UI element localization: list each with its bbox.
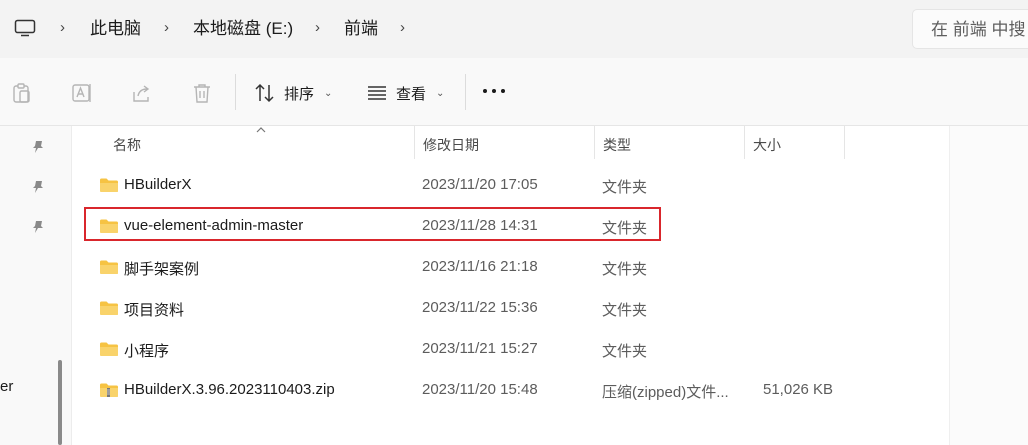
navigation-pane: er bbox=[0, 126, 72, 445]
breadcrumb-drive-e[interactable]: 本地磁盘 (E:) bbox=[193, 18, 293, 40]
breadcrumb-chevron-icon[interactable]: › bbox=[400, 20, 410, 36]
details-pane bbox=[949, 126, 1028, 445]
search-input[interactable]: 在 前端 中搜 bbox=[912, 9, 1028, 49]
table-row[interactable]: HBuilderX 2023/11/20 17:05 文件夹 bbox=[89, 167, 945, 203]
share-icon[interactable] bbox=[131, 82, 153, 104]
breadcrumb-chevron-icon[interactable]: › bbox=[60, 20, 70, 36]
view-list-icon bbox=[368, 86, 386, 100]
chevron-down-icon: ⌄ bbox=[436, 87, 445, 99]
file-name: HBuilderX.3.96.2023110403.zip bbox=[124, 381, 335, 398]
file-type: 压缩(zipped)文件... bbox=[602, 384, 729, 401]
delete-icon[interactable] bbox=[191, 82, 213, 104]
table-row[interactable]: 小程序 2023/11/21 15:27 文件夹 bbox=[89, 331, 945, 367]
column-header-date[interactable]: 修改日期 bbox=[415, 126, 595, 159]
view-button[interactable]: 查看 ⌄ bbox=[366, 78, 444, 108]
file-name: 项目资料 bbox=[124, 302, 185, 319]
file-date: 2023/11/20 15:48 bbox=[422, 381, 538, 398]
pin-icon[interactable] bbox=[32, 140, 44, 154]
table-row[interactable]: 脚手架案例 2023/11/16 21:18 文件夹 bbox=[89, 249, 945, 285]
column-header-label: 名称 bbox=[113, 137, 141, 153]
address-bar[interactable]: › 此电脑 › 本地磁盘 (E:) › 前端 › bbox=[0, 9, 902, 49]
chevron-down-icon: ⌄ bbox=[324, 87, 333, 99]
sort-icon bbox=[255, 83, 274, 103]
pin-icon[interactable] bbox=[32, 220, 44, 234]
column-header-label: 类型 bbox=[603, 137, 631, 153]
command-bar: 排序 ⌄ 查看 ⌄ bbox=[0, 58, 1028, 126]
table-row[interactable]: 项目资料 2023/11/22 15:36 文件夹 bbox=[89, 290, 945, 326]
file-type: 文件夹 bbox=[602, 302, 648, 319]
highlight-box bbox=[84, 207, 661, 241]
rename-icon[interactable] bbox=[71, 82, 93, 104]
toolbar-divider bbox=[465, 74, 466, 110]
breadcrumb-this-pc[interactable]: 此电脑 bbox=[90, 18, 141, 40]
file-name: 小程序 bbox=[124, 343, 170, 360]
breadcrumb-chevron-icon[interactable]: › bbox=[164, 20, 174, 36]
file-size: 51,026 KB bbox=[763, 381, 834, 398]
zip-folder-icon bbox=[100, 383, 118, 397]
file-type: 文件夹 bbox=[602, 343, 648, 360]
folder-icon bbox=[100, 301, 118, 315]
file-date: 2023/11/20 17:05 bbox=[422, 176, 538, 193]
folder-icon bbox=[100, 342, 118, 356]
breadcrumb-chevron-icon[interactable]: › bbox=[315, 20, 325, 36]
file-name: 脚手架案例 bbox=[124, 261, 200, 278]
computer-icon[interactable] bbox=[14, 19, 36, 37]
file-date: 2023/11/22 15:36 bbox=[422, 299, 538, 316]
column-header-type[interactable]: 类型 bbox=[595, 126, 745, 159]
view-label: 查看 bbox=[396, 85, 427, 103]
file-name: HBuilderX bbox=[124, 176, 192, 193]
address-bar-region: › 此电脑 › 本地磁盘 (E:) › 前端 › 在 前端 中搜 bbox=[0, 0, 1028, 58]
folder-icon bbox=[100, 260, 118, 274]
column-header-size[interactable]: 大小 bbox=[745, 126, 845, 159]
pin-icon[interactable] bbox=[32, 180, 44, 194]
more-options-icon[interactable] bbox=[482, 88, 506, 94]
nav-scrollbar[interactable] bbox=[58, 360, 62, 445]
file-date: 2023/11/21 15:27 bbox=[422, 340, 538, 357]
search-placeholder: 在 前端 中搜 bbox=[931, 20, 1026, 39]
table-row[interactable]: HBuilderX.3.96.2023110403.zip 2023/11/20… bbox=[89, 372, 945, 408]
breadcrumb-frontend[interactable]: 前端 bbox=[344, 18, 378, 40]
sort-button[interactable]: 排序 ⌄ bbox=[254, 78, 332, 108]
sort-label: 排序 bbox=[284, 85, 315, 103]
column-header-label: 大小 bbox=[753, 137, 781, 153]
folder-icon bbox=[100, 178, 118, 192]
file-list: 名称 修改日期 类型 大小 HBuilderX 2023/11/20 17:05… bbox=[73, 126, 1028, 445]
paste-icon[interactable] bbox=[11, 82, 33, 104]
file-type: 文件夹 bbox=[602, 179, 648, 196]
nav-item-label[interactable]: er bbox=[0, 378, 13, 395]
column-header-label: 修改日期 bbox=[423, 137, 479, 153]
toolbar-divider bbox=[235, 74, 236, 110]
file-type: 文件夹 bbox=[602, 261, 648, 278]
file-date: 2023/11/16 21:18 bbox=[422, 258, 538, 275]
column-header-name[interactable]: 名称 bbox=[105, 126, 415, 159]
